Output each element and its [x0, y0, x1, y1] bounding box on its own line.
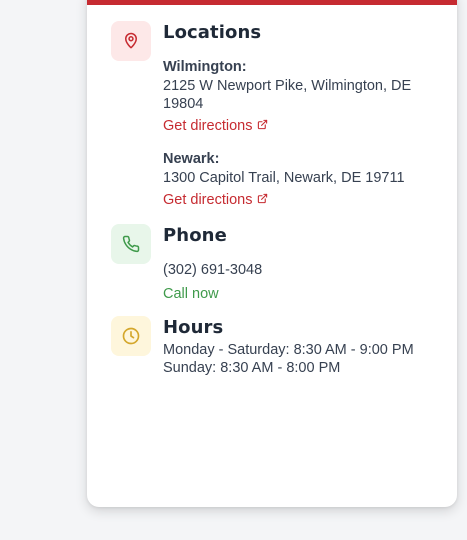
location-name: Wilmington:: [163, 59, 247, 75]
phone-number: (302) 691-3048: [163, 262, 263, 278]
clock-icon: [121, 326, 141, 346]
locations-content: Locations Wilmington: 2125 W Newport Pik…: [163, 21, 445, 208]
contact-info-card: Locations Wilmington: 2125 W Newport Pik…: [87, 0, 457, 507]
hours-title: Hours: [163, 317, 224, 338]
card-accent-bar: [87, 0, 457, 5]
get-directions-label: Get directions: [163, 118, 253, 134]
external-link-icon: [257, 117, 268, 135]
hours-line: Sunday: 8:30 AM - 8:00 PM: [163, 360, 341, 376]
get-directions-link-newark[interactable]: Get directions: [163, 191, 268, 209]
get-directions-link-wilmington[interactable]: Get directions: [163, 117, 268, 135]
location-item-wilmington: Wilmington: 2125 W Newport Pike, Wilming…: [163, 58, 445, 135]
location-name: Newark:: [163, 151, 220, 167]
location-address: 2125 W Newport Pike, Wilmington, DE 1980…: [163, 78, 412, 112]
phone-content: Phone (302) 691-3048 Call now: [163, 224, 445, 302]
call-now-link[interactable]: Call now: [163, 285, 219, 303]
phone-icon: [122, 235, 140, 253]
phone-title: Phone: [163, 225, 227, 246]
hours-icon-box: [111, 316, 151, 356]
map-pin-icon: [122, 32, 140, 50]
hours-content: Hours Monday - Saturday: 8:30 AM - 9:00 …: [163, 316, 445, 376]
hours-line: Monday - Saturday: 8:30 AM - 9:00 PM: [163, 342, 414, 358]
phone-icon-box: [111, 224, 151, 264]
locations-title: Locations: [163, 22, 262, 43]
location-item-newark: Newark: 1300 Capitol Trail, Newark, DE 1…: [163, 150, 445, 209]
hours-section: Hours Monday - Saturday: 8:30 AM - 9:00 …: [111, 316, 445, 396]
location-address: 1300 Capitol Trail, Newark, DE 19711: [163, 170, 405, 186]
locations-section: Locations Wilmington: 2125 W Newport Pik…: [111, 21, 445, 208]
external-link-icon: [257, 191, 268, 209]
phone-section: Phone (302) 691-3048 Call now: [111, 224, 445, 304]
locations-icon-box: [111, 21, 151, 61]
get-directions-label: Get directions: [163, 192, 253, 208]
